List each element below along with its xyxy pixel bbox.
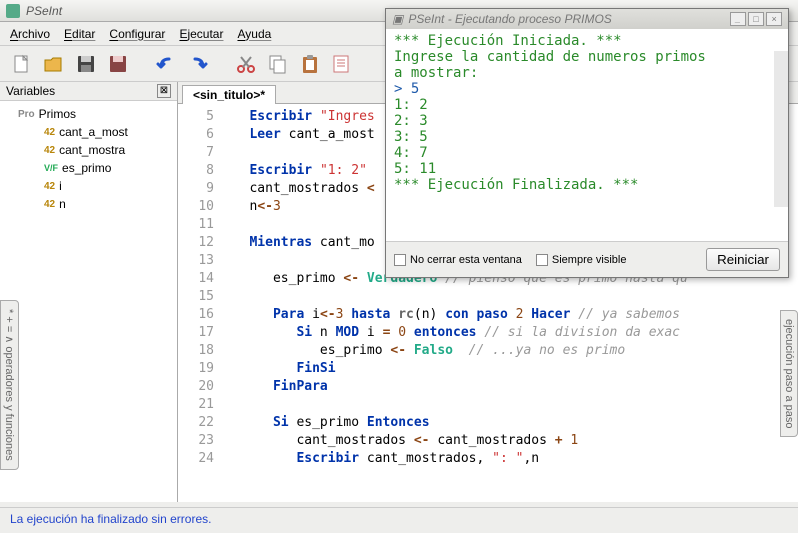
- variables-panel: Variables ⊠ ProPrimos 42cant_a_most42can…: [0, 82, 178, 502]
- menu-configurar[interactable]: Configurar: [109, 27, 165, 41]
- variable-item[interactable]: 42i: [4, 177, 173, 195]
- menu-ejecutar[interactable]: Ejecutar: [179, 27, 223, 41]
- status-text: La ejecución ha finalizado sin errores.: [10, 512, 211, 526]
- app-title: PSeInt: [26, 4, 62, 18]
- maximize-icon[interactable]: □: [748, 12, 764, 26]
- variable-item[interactable]: V/Fes_primo: [4, 159, 173, 177]
- redo-icon[interactable]: [186, 52, 210, 76]
- cut-icon[interactable]: [234, 52, 258, 76]
- copy-icon[interactable]: [266, 52, 290, 76]
- save-icon[interactable]: [74, 52, 98, 76]
- exec-title-text: PSeInt - Ejecutando proceso PRIMOS: [408, 12, 611, 26]
- scrollbar[interactable]: [774, 51, 788, 207]
- variable-process[interactable]: ProPrimos: [4, 105, 173, 123]
- tab-sin-titulo[interactable]: <sin_titulo>*: [182, 85, 276, 104]
- chk-no-cerrar[interactable]: No cerrar esta ventana: [394, 254, 522, 266]
- statusbar: La ejecución ha finalizado sin errores.: [0, 507, 798, 533]
- new-icon[interactable]: [10, 52, 34, 76]
- find-icon[interactable]: [330, 52, 354, 76]
- variables-tree: ProPrimos 42cant_a_most42cant_mostraV/Fe…: [0, 101, 177, 217]
- variable-item[interactable]: 42cant_mostra: [4, 141, 173, 159]
- undo-icon[interactable]: [154, 52, 178, 76]
- variables-close-icon[interactable]: ⊠: [157, 84, 171, 98]
- menu-editar[interactable]: Editar: [64, 27, 95, 41]
- close-icon[interactable]: ×: [766, 12, 782, 26]
- execution-window[interactable]: ▣ PSeInt - Ejecutando proceso PRIMOS _ □…: [385, 8, 789, 278]
- variables-header: Variables ⊠: [0, 82, 177, 101]
- exec-app-icon: ▣: [392, 12, 403, 26]
- saveas-icon[interactable]: [106, 52, 130, 76]
- exec-output[interactable]: *** Ejecución Iniciada. ***Ingrese la ca…: [386, 29, 788, 241]
- variables-title: Variables: [6, 84, 55, 98]
- open-icon[interactable]: [42, 52, 66, 76]
- exec-footer: No cerrar esta ventana Siempre visible R…: [386, 241, 788, 277]
- variable-item[interactable]: 42cant_a_most: [4, 123, 173, 141]
- variable-item[interactable]: 42n: [4, 195, 173, 213]
- menu-ayuda[interactable]: Ayuda: [237, 27, 271, 41]
- app-icon: [6, 4, 20, 18]
- paste-icon[interactable]: [298, 52, 322, 76]
- side-tab-operators[interactable]: * + = ∧ operadores y funciones: [0, 300, 19, 470]
- restart-button[interactable]: Reiniciar: [706, 248, 780, 271]
- minimize-icon[interactable]: _: [730, 12, 746, 26]
- menu-archivo[interactable]: Archivo: [10, 27, 50, 41]
- chk-siempre-visible[interactable]: Siempre visible: [536, 254, 627, 266]
- exec-titlebar[interactable]: ▣ PSeInt - Ejecutando proceso PRIMOS _ □…: [386, 9, 788, 29]
- side-tab-stepexec[interactable]: ejecución paso a paso: [780, 310, 798, 437]
